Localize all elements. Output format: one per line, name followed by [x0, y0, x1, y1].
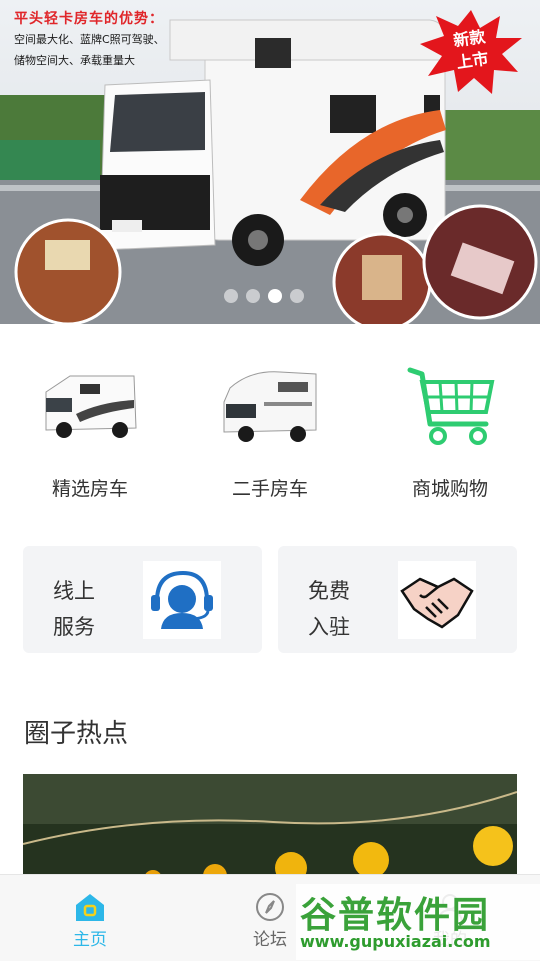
card-label: 线上 服务	[53, 573, 95, 645]
banner-carousel[interactable]: 平头轻卡房车的优势： 空间最大化、蓝牌C照可驾驶、 储物空间大、承载重量大 新款…	[0, 0, 540, 324]
hot-topics-title: 圈子热点	[24, 719, 129, 749]
quick-links: 精选房车 二手房车 商城购物	[0, 362, 540, 512]
compass-icon	[256, 893, 284, 921]
home-icon	[76, 894, 104, 921]
tab-label: 主页	[73, 930, 107, 950]
camper-van-icon	[223, 371, 317, 442]
quick-link-used-rv[interactable]: 二手房车	[180, 362, 360, 512]
watermark-url: www.gupuxiazai.com	[300, 932, 491, 951]
watermark-title: 谷普软件园	[300, 895, 491, 936]
card-label-line: 线上	[53, 579, 95, 603]
quick-link-label: 二手房车	[231, 478, 308, 500]
new-arrival-badge: 新款 上市	[418, 10, 524, 94]
quick-link-selected-rv[interactable]: 精选房车	[0, 362, 180, 512]
quick-link-label: 商城购物	[411, 478, 488, 500]
carousel-dot-active[interactable]	[268, 289, 282, 303]
quick-link-shop[interactable]: 商城购物	[360, 362, 540, 512]
online-service-card[interactable]: 线上 服务	[23, 546, 262, 653]
site-watermark: 谷普软件园 www.gupuxiazai.com	[296, 884, 540, 960]
quick-link-label: 精选房车	[51, 478, 128, 500]
carousel-indicator	[224, 289, 304, 303]
card-label: 免费 入驻	[308, 573, 350, 645]
hot-topic-photo[interactable]	[23, 774, 517, 884]
card-label-line: 入驻	[308, 615, 350, 639]
carousel-dot[interactable]	[290, 289, 304, 303]
banner-subtitle-1: 空间最大化、蓝牌C照可驾驶、	[14, 33, 165, 46]
card-label-line: 免费	[308, 579, 350, 603]
string-lights-photo	[23, 774, 517, 884]
motorhome-icon	[45, 375, 137, 438]
card-label-line: 服务	[53, 615, 95, 639]
carousel-dot[interactable]	[224, 289, 238, 303]
banner-headline: 平头轻卡房车的优势：	[14, 11, 164, 27]
banner-subtitle-2: 储物空间大、承载重量大	[14, 54, 135, 67]
tab-home[interactable]: 主页	[0, 875, 180, 961]
carousel-dot[interactable]	[246, 289, 260, 303]
shopping-cart-icon	[407, 367, 495, 445]
handshake-icon	[398, 561, 476, 639]
customer-service-headset-icon	[143, 561, 221, 639]
free-join-card[interactable]: 免费 入驻	[278, 546, 517, 653]
